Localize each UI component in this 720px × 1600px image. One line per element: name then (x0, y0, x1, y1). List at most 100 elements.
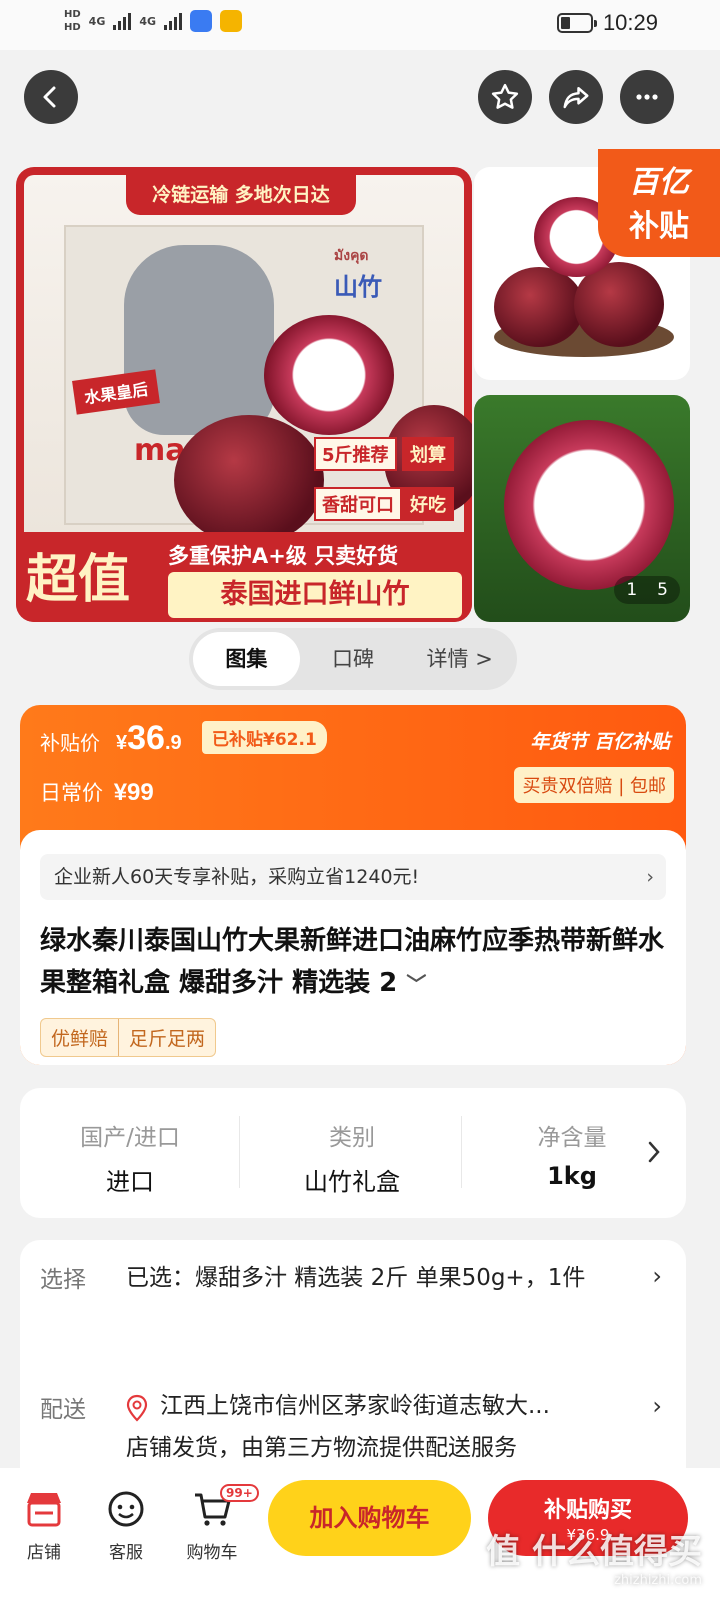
saved-amount-tag: 已补贴¥62.1 (202, 721, 327, 754)
price-card: 补贴价 ¥36.9 已补贴¥62.1 日常价 ¥99 年货节 百亿补贴 买贵双倍… (20, 705, 686, 1065)
elephant-illustration (124, 245, 274, 435)
mangosteen-fruit (174, 415, 324, 545)
product-title-text: 绿水秦川泰国山竹大果新鲜进口油麻竹应季热带新鲜水果整箱礼盒 爆甜多汁 精选装 2 (40, 926, 665, 998)
price-int: 36 (127, 719, 165, 757)
hd-indicator: HD HD (64, 8, 81, 34)
share-button[interactable] (549, 70, 603, 124)
image-gallery[interactable]: มังคุด 山竹 水果皇后 ma 5斤推荐 划算 香甜可口 好吃 冷链运输 多… (16, 149, 720, 622)
guarantee-tag[interactable]: 买贵双倍赔 | 包邮 (514, 767, 674, 803)
select-spec-row[interactable]: 选择 已选：爆甜多汁 精选装 2斤 单果50g+，1件 › (40, 1260, 686, 1370)
regular-price-value: ¥99 (113, 779, 154, 806)
status-bar: HD HD 4G 4G 10:29 (0, 0, 720, 50)
pill-tasty: 好吃 (402, 487, 454, 521)
pill-recommend: 5斤推荐 (314, 437, 397, 471)
attribute-card[interactable]: 国产/进口 进口 类别 山竹礼盒 净含量 1kg (20, 1088, 686, 1218)
pill-value: 划算 (402, 437, 454, 471)
attr-key: 类别 (329, 1125, 375, 1151)
divider (461, 1116, 462, 1188)
cart-button[interactable]: 99+ 购物车 (176, 1484, 259, 1563)
product-info-panel: 企业新人60天专享补贴，采购立省1240元! › 绿水秦川泰国山竹大果新鲜进口油… (20, 830, 686, 1065)
super-value-label: 超值 (26, 549, 131, 610)
chevron-right-icon: › (652, 1392, 662, 1420)
product-title[interactable]: 绿水秦川泰国山竹大果新鲜进口油麻竹应季热带新鲜水果整箱礼盒 爆甜多汁 精选装 2… (40, 920, 676, 1005)
add-to-cart-button[interactable]: 加入购物车 (268, 1480, 471, 1556)
service-button[interactable]: 客服 (90, 1484, 162, 1563)
quality-line: 多重保护A+级 只卖好货 (168, 544, 399, 568)
delivery-address: 江西上饶市信州区茅家岭街道志敏大... (160, 1393, 550, 1419)
tab-details[interactable]: 详情 > (406, 632, 513, 686)
star-icon (491, 83, 519, 109)
pill-sweet: 香甜可口 (314, 487, 402, 521)
brand-thai-text: มังคุด (334, 248, 369, 264)
promo-text: 企业新人60天专享补贴，采购立省1240元! (54, 866, 420, 888)
counter-current: 1 (626, 580, 638, 600)
subsidy-badge-line2: 补贴 (629, 209, 689, 244)
subsidy-badge: 百亿 补贴 (598, 149, 720, 257)
attr-origin: 国产/进口 进口 (30, 1118, 230, 1197)
options-card: 选择 已选：爆甜多汁 精选装 2斤 单果50g+，1件 › 配送 江西上饶市信州… (20, 1240, 686, 1480)
expand-icon[interactable]: ﹀ (406, 972, 426, 996)
tag-full-weight: 足斤足两 (118, 1019, 215, 1056)
chevron-right-icon (648, 1141, 660, 1163)
chevron-right-icon: › (652, 1262, 662, 1290)
app-notification-icon (190, 10, 213, 32)
buy-now-label: 补贴购买 (543, 1498, 632, 1523)
watermark-main: 值 什么值得买 (486, 1532, 702, 1572)
attr-value: 进口 (106, 1168, 154, 1196)
price-dec: .9 (164, 732, 182, 754)
delivery-note: 店铺发货，由第三方物流提供配送服务 (126, 1435, 517, 1461)
tab-reviews[interactable]: 口碑 (300, 632, 407, 686)
service-tags: 优鲜赔 足斤足两 (40, 1018, 217, 1057)
image-counter: 1 5 (614, 576, 680, 604)
gallery-thumbnail-2[interactable]: 1 5 (474, 395, 690, 622)
delivery-row[interactable]: 配送 江西上饶市信州区茅家岭街道志敏大... 店铺发货，由第三方物流提供配送服务… (40, 1390, 686, 1480)
cart-label: 购物车 (186, 1543, 238, 1563)
attr-key: 净含量 (537, 1125, 607, 1151)
clock: 10:29 (602, 10, 658, 35)
selected-spec-text: 已选：爆甜多汁 精选装 2斤 单果50g+，1件 (126, 1265, 586, 1291)
back-button[interactable] (24, 70, 78, 124)
attr-category: 类别 山竹礼盒 (252, 1118, 452, 1197)
main-product-image[interactable]: มังคุด 山竹 水果皇后 ma 5斤推荐 划算 香甜可口 好吃 冷链运输 多… (16, 167, 472, 622)
customer-service-icon (90, 1484, 162, 1534)
attr-value: 1kg (547, 1162, 597, 1190)
more-dots-icon (636, 94, 658, 100)
divider (239, 1116, 240, 1188)
more-button[interactable] (620, 70, 674, 124)
fruit-shape (494, 267, 584, 347)
location-pin-icon (126, 1394, 148, 1422)
brand-cn-text: 山竹 (334, 273, 382, 301)
subsidy-badge-line1: 百亿 (629, 165, 689, 200)
image-bottom-band: 超值 多重保护A+级 只卖好货 泰国进口鲜山竹 (16, 532, 472, 622)
favorite-button[interactable] (478, 70, 532, 124)
subsidy-price-label: 补贴价 (40, 731, 100, 755)
attr-net-weight: 净含量 1kg (472, 1118, 672, 1190)
network-label-2: 4G (139, 14, 157, 28)
shop-label: 店铺 (27, 1543, 61, 1563)
regular-price-label: 日常价 (40, 781, 103, 805)
shop-button[interactable]: 店铺 (8, 1484, 80, 1563)
counter-total: 5 (657, 580, 668, 600)
hd-label-1: HD (64, 9, 81, 20)
enterprise-promo-bar[interactable]: 企业新人60天专享补贴，采购立省1240元! › (40, 854, 666, 900)
delivery-label: 配送 (40, 1397, 86, 1423)
import-line: 泰国进口鲜山竹 (168, 572, 462, 618)
festival-subsidy-logo: 年货节 百亿补贴 (530, 731, 670, 753)
brand-tag: มังคุด 山竹 (334, 245, 382, 302)
shop-icon (8, 1484, 80, 1534)
chevron-left-icon (43, 86, 56, 108)
signal-icon-2 (164, 12, 183, 30)
tag-fresh-guarantee: 优鲜赔 (51, 1028, 109, 1050)
network-label-1: 4G (88, 14, 106, 28)
bottom-action-bar: 店铺 客服 99+ 购物车 加入购物车 补贴购买 ¥36.9 值 什么值得买 z… (0, 1468, 720, 1600)
tab-gallery[interactable]: 图集 (193, 632, 300, 686)
cold-chain-banner: 冷链运输 多地次日达 (126, 175, 356, 215)
product-box-visual: มังคุด 山竹 水果皇后 ma 5斤推荐 划算 香甜可口 好吃 (24, 175, 472, 545)
select-label: 选择 (40, 1267, 86, 1293)
subsidy-price: ¥36.9 (116, 719, 182, 758)
battery-icon (556, 13, 597, 33)
regular-price: 日常价 ¥99 (40, 777, 154, 807)
cart-count-badge: 99+ (220, 1484, 259, 1502)
attr-value: 山竹礼盒 (304, 1168, 400, 1196)
status-left: HD HD 4G 4G (64, 8, 243, 34)
